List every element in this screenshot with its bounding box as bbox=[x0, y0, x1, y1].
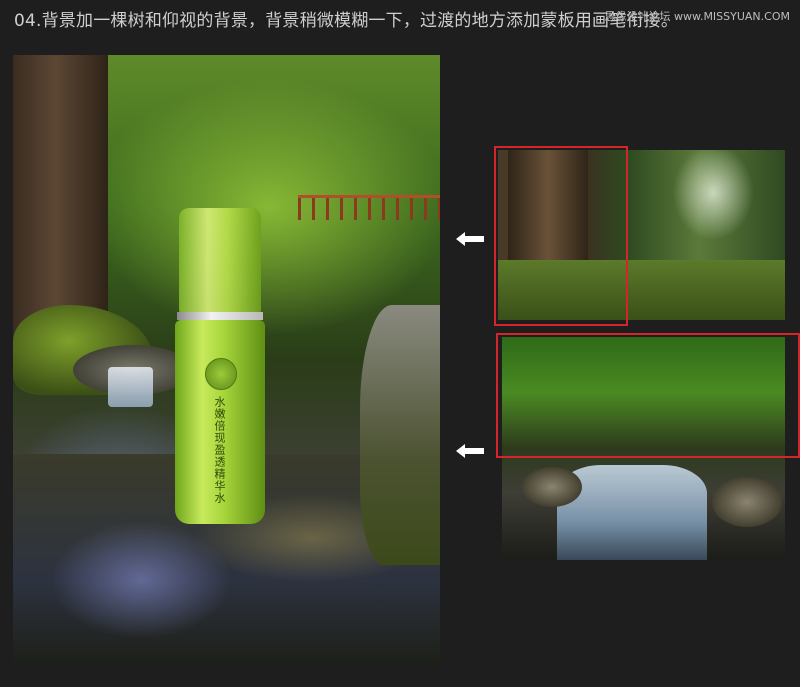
product-bottle: 水嫩倍现盈透精华水 bbox=[175, 208, 265, 524]
small-waterfall bbox=[108, 367, 153, 407]
mossy-rock bbox=[360, 305, 440, 565]
bottle-label: 水嫩倍现盈透精华水 bbox=[213, 396, 226, 504]
selection-frame-canopy bbox=[496, 333, 800, 458]
composite-image: 水嫩倍现盈透精华水 bbox=[13, 55, 440, 664]
reference-rock bbox=[522, 467, 582, 507]
site-watermark: 思缘设计论坛 www.MISSYUAN.COM bbox=[604, 10, 790, 23]
selection-frame-tree bbox=[494, 146, 628, 326]
brand-logo-icon bbox=[205, 358, 237, 390]
reference-rock bbox=[712, 477, 782, 527]
arrow-left-icon bbox=[456, 444, 486, 458]
bottle-ring bbox=[177, 312, 263, 320]
arrow-left-icon bbox=[456, 232, 486, 246]
wooden-bridge bbox=[298, 195, 440, 220]
bottle-cap bbox=[179, 208, 261, 314]
step-title: 04.背景加一棵树和仰视的背景，背景稍微模糊一下，过渡的地方添加蒙板用画笔衔接。 bbox=[14, 11, 679, 31]
